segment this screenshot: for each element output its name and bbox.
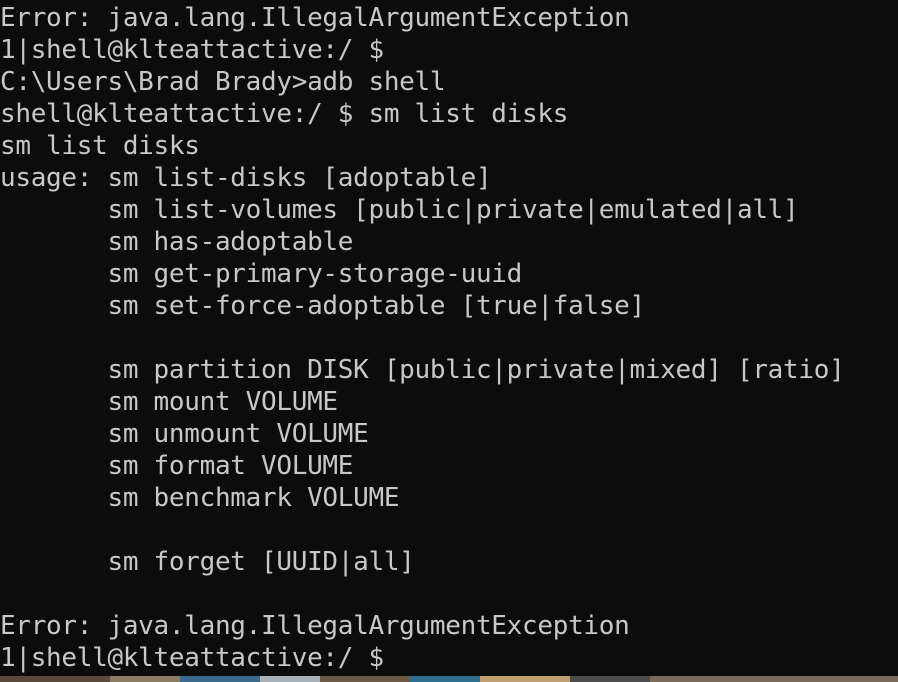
terminal-line: 1|shell@klteattactive:/ $ xyxy=(0,35,384,65)
terminal-window[interactable]: Error: java.lang.IllegalArgumentExceptio… xyxy=(0,0,898,676)
terminal-line: sm unmount VOLUME xyxy=(0,419,369,449)
terminal-prompt-line[interactable]: 1|shell@klteattactive:/ $ xyxy=(0,642,844,674)
terminal-line: sm set-force-adoptable [true|false] xyxy=(0,291,645,321)
terminal-line: sm has-adoptable xyxy=(0,227,354,257)
terminal-line: C:\Users\Brad Brady>adb shell xyxy=(0,67,446,97)
terminal-line: sm list-volumes [public|private|emulated… xyxy=(0,195,799,225)
terminal-line: sm list disks xyxy=(0,131,200,161)
terminal-line: sm partition DISK [public|private|mixed]… xyxy=(0,355,845,385)
terminal-line: Error: java.lang.IllegalArgumentExceptio… xyxy=(0,3,630,33)
terminal-line: sm benchmark VOLUME xyxy=(0,483,400,513)
terminal-line: sm get-primary-storage-uuid xyxy=(0,259,523,289)
terminal-line: sm forget [UUID|all] xyxy=(0,547,415,577)
terminal-line: shell@klteattactive:/ $ sm list disks xyxy=(0,99,569,129)
terminal-line: Error: java.lang.IllegalArgumentExceptio… xyxy=(0,611,630,641)
terminal-line: usage: sm list-disks [adoptable] xyxy=(0,163,492,193)
taskbar-strip xyxy=(0,676,898,682)
terminal-line: sm mount VOLUME xyxy=(0,387,338,417)
terminal-output: Error: java.lang.IllegalArgumentExceptio… xyxy=(0,2,845,674)
terminal-line: sm format VOLUME xyxy=(0,451,354,481)
